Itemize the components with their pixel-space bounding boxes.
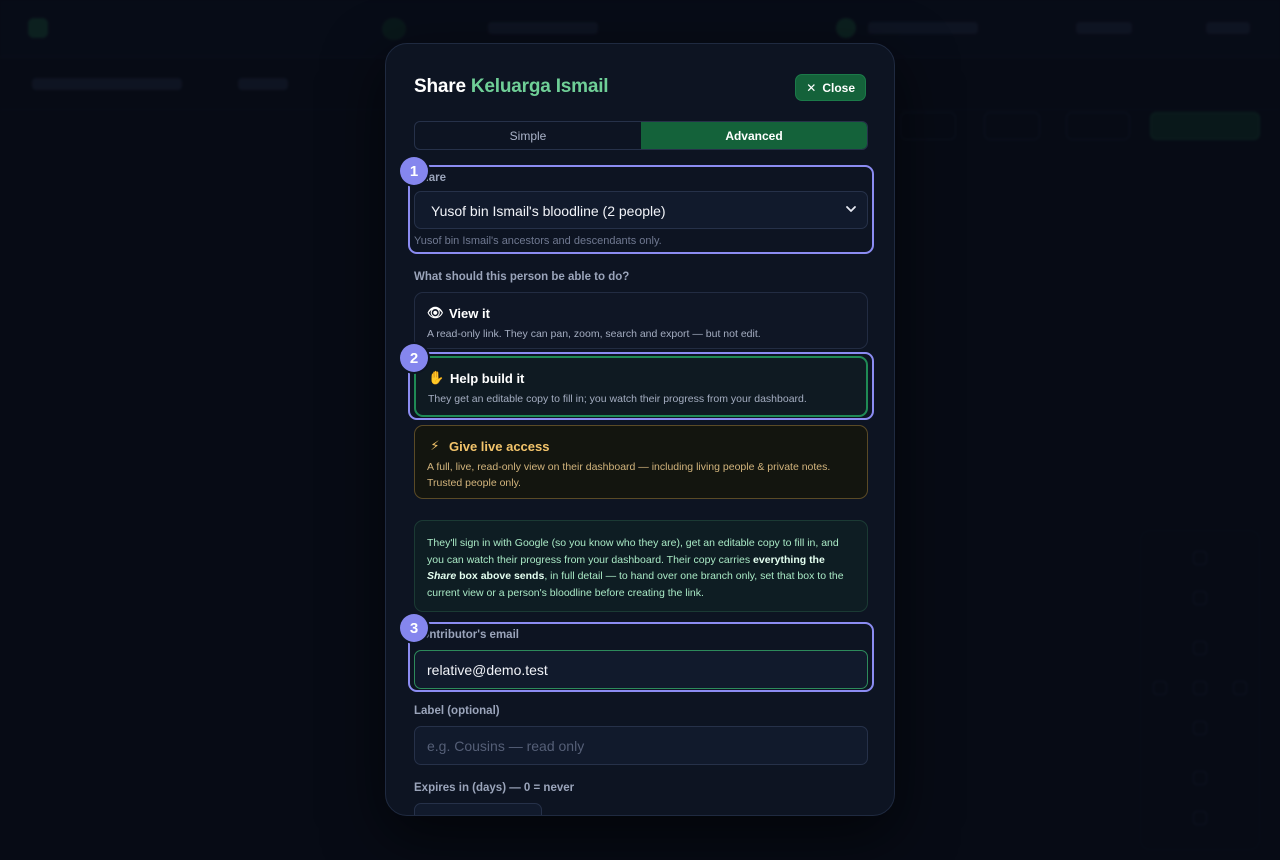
hand-icon: ✋ [428, 370, 445, 385]
option-view-it[interactable]: 👁 View it A read-only link. They can pan… [414, 292, 868, 349]
avatar [836, 18, 856, 38]
close-button[interactable]: ✕ Close [795, 74, 866, 101]
background-pill [382, 18, 406, 40]
tab-simple[interactable]: Simple [415, 122, 641, 149]
modal-title-prefix: Share [414, 76, 466, 97]
background-text-block [868, 22, 978, 34]
modal-header: Share Keluarga Ismail ✕ Close [414, 74, 866, 104]
mode-tabs: Simple Advanced [414, 121, 868, 150]
background-button [1066, 112, 1130, 140]
option-help-build-it-title: Help build it [450, 370, 525, 386]
background-dot [1193, 551, 1207, 565]
background-button [984, 112, 1040, 140]
background-dot [1193, 681, 1207, 695]
option-give-live-access[interactable]: ⚡ Give live access A full, live, read-on… [414, 425, 868, 499]
background-text-block [238, 78, 288, 90]
background-dot [1153, 681, 1167, 695]
tour-step-badge-2[interactable]: 2 [400, 344, 428, 372]
option-view-it-title: View it [449, 305, 490, 321]
lightning-icon: ⚡ [430, 438, 440, 453]
modal-title-tree-name: Keluarga Ismail [470, 76, 609, 97]
info-text-share: Share [427, 570, 457, 582]
option-help-build-it[interactable]: ✋ Help build it They get an editable cop… [414, 356, 868, 417]
background-panel [1140, 530, 1260, 850]
chevron-down-icon [846, 206, 856, 212]
background-text-block [1206, 22, 1250, 34]
info-text-bold1: everything the [753, 553, 825, 566]
background-dot [1233, 681, 1247, 695]
expires-label: Expires in (days) — 0 = never [414, 782, 575, 794]
option-give-live-access-title-row: ⚡ Give live access [427, 438, 855, 454]
option-view-it-title-row: 👁 View it [427, 305, 855, 321]
background-dot [1193, 591, 1207, 605]
expires-input[interactable] [414, 803, 542, 815]
option-help-build-it-desc: They get an editable copy to fill in; yo… [428, 393, 807, 405]
background-button [1150, 112, 1260, 140]
close-button-label: Close [822, 80, 855, 95]
option-give-live-access-desc: A full, live, read-only view on their da… [427, 461, 831, 489]
tab-advanced[interactable]: Advanced [641, 122, 867, 149]
background-button [900, 112, 956, 140]
background-text-block [1076, 22, 1132, 34]
app-logo [28, 18, 48, 38]
label-field-label: Label (optional) [414, 705, 500, 717]
tour-step-badge-3[interactable]: 3 [400, 614, 428, 642]
email-label: Contributor's email [414, 629, 519, 641]
permission-question: What should this person be able to do? [414, 271, 630, 283]
info-text-bold2: box above sends [456, 570, 545, 582]
share-scope-select[interactable]: Yusof bin Ismail's bloodline (2 people) [414, 191, 868, 229]
share-modal: Share Keluarga Ismail ✕ Close Simple Adv… [385, 43, 895, 816]
label-input[interactable]: e.g. Cousins — read only [414, 726, 868, 765]
option-give-live-access-title: Give live access [449, 438, 550, 454]
background-text-block [32, 78, 182, 90]
background-text-block [488, 22, 598, 34]
background-dot [1193, 811, 1207, 825]
share-scope-value: Yusof bin Ismail's bloodline (2 people) [431, 203, 666, 219]
modal-title: Share Keluarga Ismail [414, 76, 609, 98]
close-icon: ✕ [806, 80, 817, 95]
background-dot [1193, 771, 1207, 785]
contributor-email-input[interactable]: relative@demo.test [414, 650, 868, 689]
option-help-build-it-title-row: ✋ Help build it [428, 370, 854, 386]
info-box: They'll sign in with Google (so you know… [414, 520, 868, 612]
share-scope-hint: Yusof bin Ismail's ancestors and descend… [414, 235, 662, 247]
tour-step-badge-1[interactable]: 1 [400, 157, 428, 185]
background-dot [1193, 721, 1207, 735]
option-view-it-desc: A read-only link. They can pan, zoom, se… [427, 328, 761, 340]
eye-icon: 👁 [427, 305, 444, 320]
background-dot [1193, 641, 1207, 655]
